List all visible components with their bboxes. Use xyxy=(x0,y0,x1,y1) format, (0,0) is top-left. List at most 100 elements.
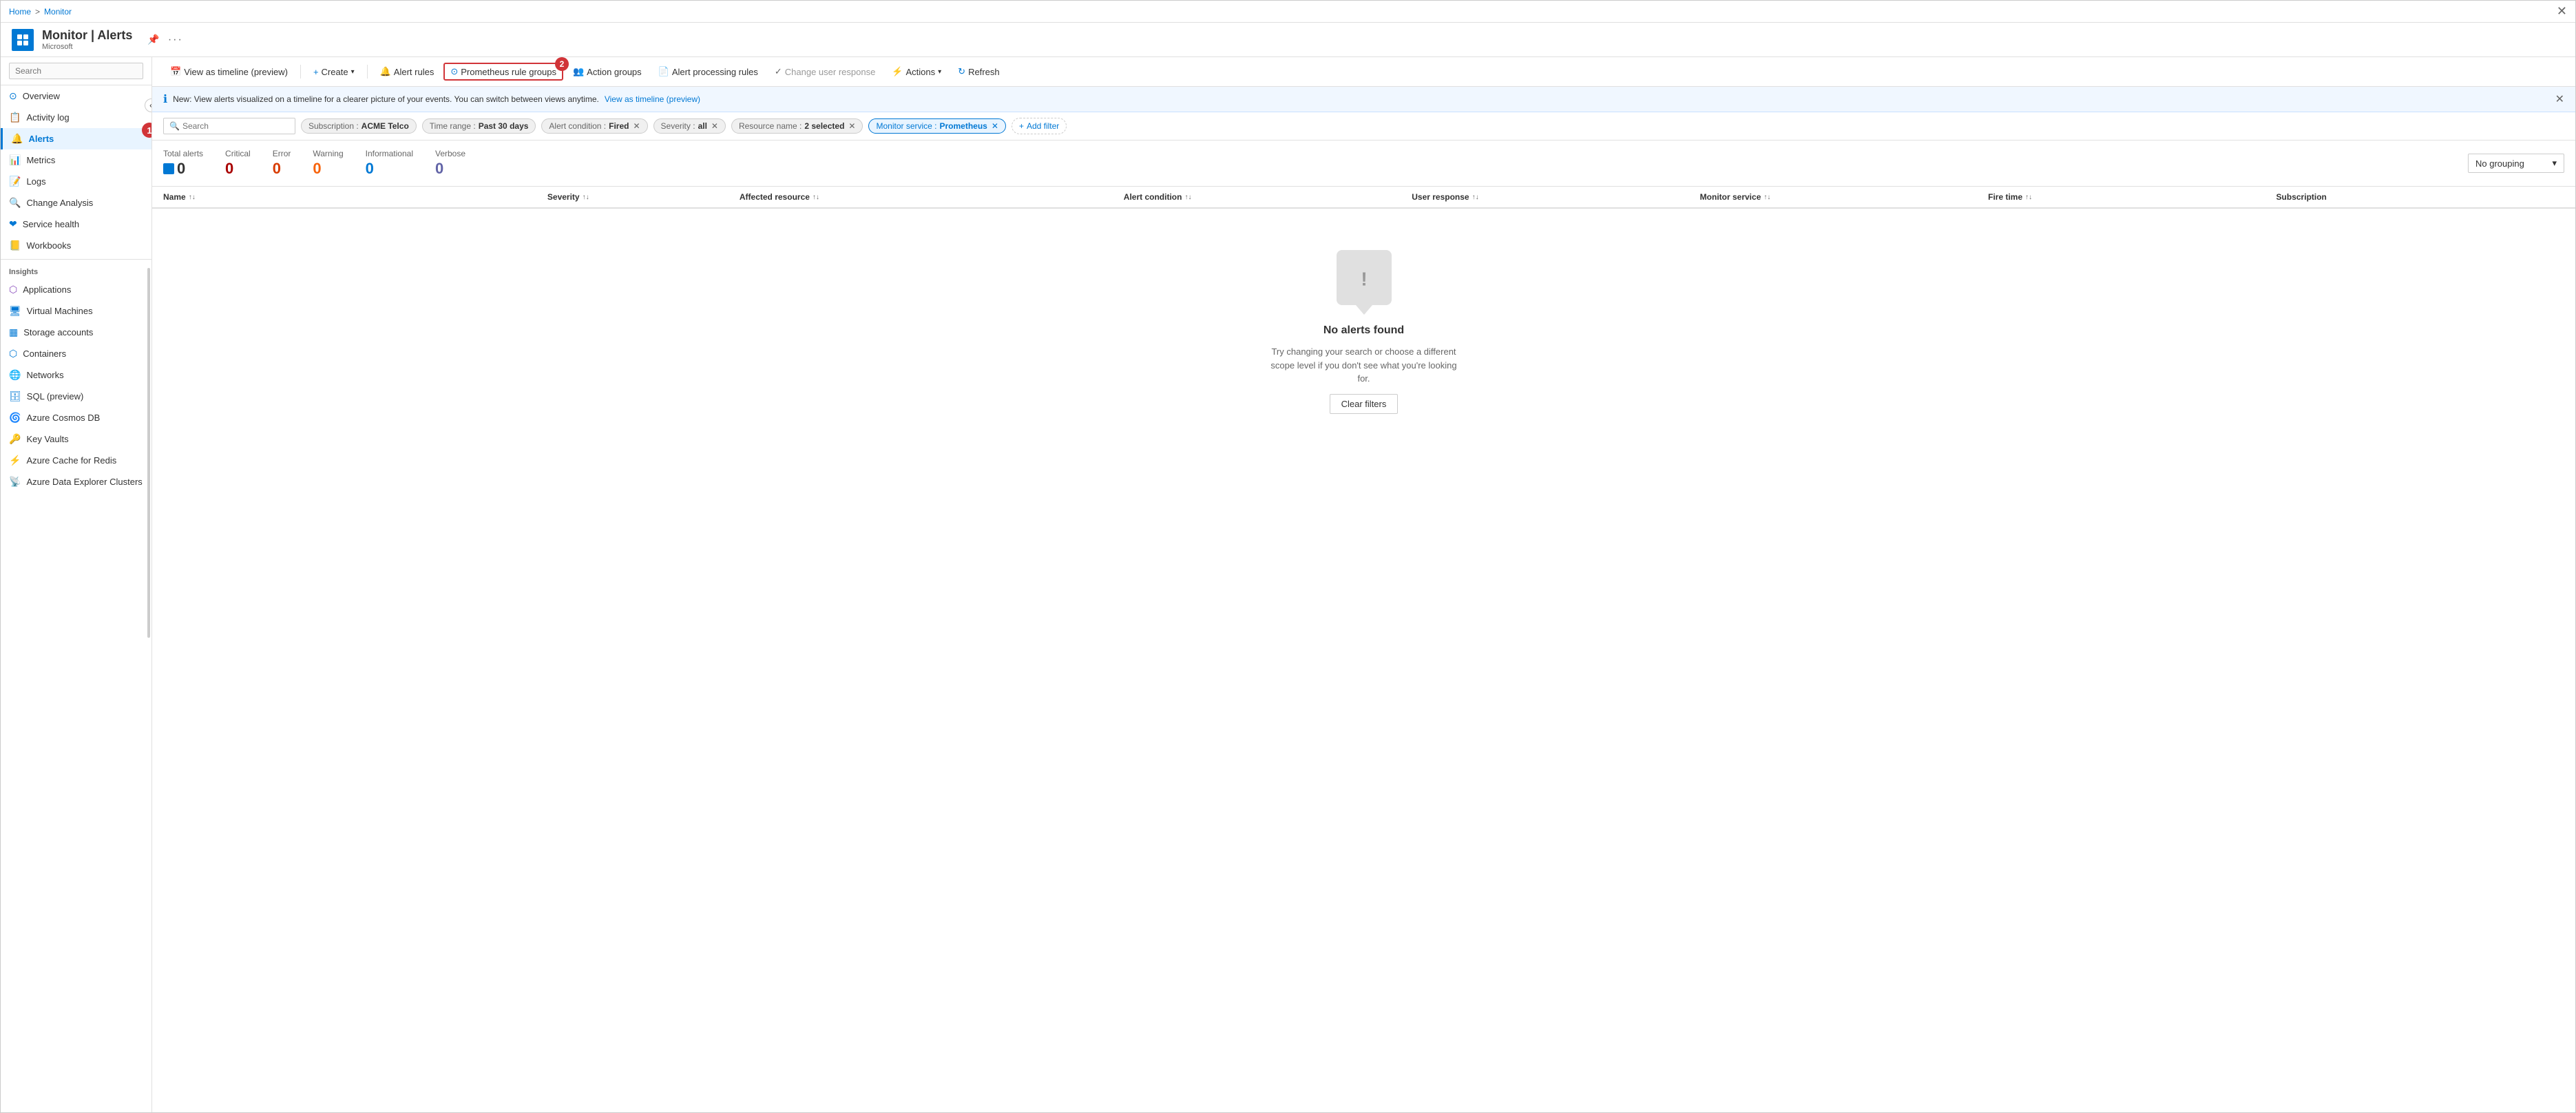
create-button[interactable]: + Create ▾ xyxy=(306,63,362,81)
filter-search-input[interactable] xyxy=(182,121,289,131)
sidebar-item-logs[interactable]: 📝 Logs xyxy=(1,171,151,192)
table-col-affected-resource[interactable]: Affected resource ↑↓ xyxy=(740,192,1124,202)
total-alerts-label: Total alerts xyxy=(163,149,203,158)
table-col-user-response[interactable]: User response ↑↓ xyxy=(1412,192,1699,202)
alert-condition-filter-tag[interactable]: Alert condition : Fired ✕ xyxy=(541,118,647,134)
breadcrumb-current[interactable]: Monitor xyxy=(44,7,72,17)
notification-bar: ℹ New: View alerts visualized on a timel… xyxy=(152,87,2575,112)
actions-button[interactable]: ⚡ Actions ▾ xyxy=(885,63,948,81)
table-header: Name ↑↓ Severity ↑↓ Affected resource ↑↓… xyxy=(152,187,2575,209)
sidebar-label: Logs xyxy=(26,176,45,187)
sidebar-item-service-health[interactable]: ❤ Service health xyxy=(1,214,151,235)
refresh-button[interactable]: ↻ Refresh xyxy=(951,63,1006,81)
name-col-label: Name xyxy=(163,192,186,202)
sidebar-item-cosmos-db[interactable]: 🌀 Azure Cosmos DB xyxy=(1,407,151,428)
subscription-col-label: Subscription xyxy=(2276,192,2327,202)
sidebar-label: Networks xyxy=(26,370,63,380)
sidebar-item-containers[interactable]: ⬡ Containers xyxy=(1,343,151,364)
table-col-monitor-service[interactable]: Monitor service ↑↓ xyxy=(1700,192,1988,202)
resource-name-filter-tag[interactable]: Resource name : 2 selected ✕ xyxy=(731,118,863,134)
page-title: Monitor | Alerts xyxy=(42,28,132,43)
informational-value: 0 xyxy=(366,160,413,178)
change-user-response-button[interactable]: ✓ Change user response xyxy=(768,63,882,81)
sidebar-item-metrics[interactable]: 📊 Metrics xyxy=(1,149,151,171)
sidebar-item-workbooks[interactable]: 📒 Workbooks xyxy=(1,235,151,256)
monitor-service-close-button[interactable]: ✕ xyxy=(992,121,998,131)
alert-processing-rules-button[interactable]: 📄 Alert processing rules xyxy=(651,63,765,81)
warning-label: Warning xyxy=(313,149,343,158)
alert-rules-button[interactable]: 🔔 Alert rules xyxy=(373,63,441,81)
sidebar-search-input[interactable] xyxy=(9,63,143,79)
pin-button[interactable]: 📌 xyxy=(146,32,160,48)
prometheus-rule-groups-button[interactable]: ⊙ Prometheus rule groups 2 xyxy=(443,63,563,81)
grouping-dropdown[interactable]: No grouping ▾ xyxy=(2468,154,2564,173)
sidebar-item-alerts[interactable]: 🔔 Alerts 1 xyxy=(1,128,151,149)
sidebar-label: Alerts xyxy=(28,134,54,144)
alert-condition-tag-label: Alert condition : xyxy=(549,121,606,131)
verbose-value: 0 xyxy=(435,160,465,178)
cosmos-icon: 🌀 xyxy=(9,412,21,424)
alert-condition-close-button[interactable]: ✕ xyxy=(633,121,640,131)
subscription-filter-tag[interactable]: Subscription : ACME Telco xyxy=(301,118,417,134)
table-col-name[interactable]: Name ↑↓ xyxy=(163,192,547,202)
sidebar-item-sql[interactable]: 🗄 SQL (preview) xyxy=(1,386,151,407)
sidebar-item-azure-cache[interactable]: ⚡ Azure Cache for Redis xyxy=(1,450,151,471)
action-groups-label: Action groups xyxy=(587,67,642,77)
informational-label: Informational xyxy=(366,149,413,158)
critical-label: Critical xyxy=(225,149,251,158)
window-close-button[interactable]: ✕ xyxy=(2557,4,2567,19)
action-groups-button[interactable]: 👥 Action groups xyxy=(566,63,649,81)
breadcrumb-home[interactable]: Home xyxy=(9,7,31,17)
stats-bar: Total alerts 0 Critical 0 Error 0 Warnin… xyxy=(152,141,2575,187)
severity-filter-tag[interactable]: Severity : all ✕ xyxy=(653,118,726,134)
sidebar-item-networks[interactable]: 🌐 Networks xyxy=(1,364,151,386)
sidebar-label: Applications xyxy=(23,284,71,295)
table-col-alert-condition[interactable]: Alert condition ↑↓ xyxy=(1124,192,1412,202)
user-response-col-label: User response xyxy=(1412,192,1469,202)
sidebar-item-storage-accounts[interactable]: ▦ Storage accounts xyxy=(1,322,151,343)
sidebar-item-change-analysis[interactable]: 🔍 Change Analysis xyxy=(1,192,151,214)
page-header: Monitor | Alerts Microsoft 📌 ··· xyxy=(1,23,2575,57)
sidebar-item-virtual-machines[interactable]: 🖥 Virtual Machines xyxy=(1,300,151,322)
warning-value: 0 xyxy=(313,160,343,178)
time-range-filter-tag[interactable]: Time range : Past 30 days xyxy=(422,118,536,134)
notification-link[interactable]: View as timeline (preview) xyxy=(605,94,700,104)
clear-filters-button[interactable]: Clear filters xyxy=(1330,394,1399,414)
sidebar-item-data-explorer[interactable]: 📡 Azure Data Explorer Clusters xyxy=(1,471,151,492)
notification-close-button[interactable]: ✕ xyxy=(2555,92,2564,106)
severity-tag-value: all xyxy=(698,121,707,131)
sidebar-item-applications[interactable]: ⬡ Applications xyxy=(1,279,151,300)
total-alerts-stat: Total alerts 0 xyxy=(163,149,203,178)
table-col-fire-time[interactable]: Fire time ↑↓ xyxy=(1988,192,2276,202)
monitor-icon xyxy=(12,29,34,51)
alert-rules-icon: 🔔 xyxy=(380,66,391,77)
insights-section-label: Insights xyxy=(1,262,151,279)
sidebar-item-overview[interactable]: ⊙ Overview xyxy=(1,85,151,107)
empty-state: ! No alerts found Try changing your sear… xyxy=(152,209,2575,455)
sidebar-label: Metrics xyxy=(26,155,55,165)
prometheus-label: Prometheus rule groups xyxy=(461,67,556,77)
total-alerts-icon xyxy=(163,163,174,174)
toolbar-separator-2 xyxy=(367,65,368,79)
info-icon: ℹ xyxy=(163,92,167,106)
sidebar-item-activity-log[interactable]: 📋 Activity log xyxy=(1,107,151,128)
more-button[interactable]: ··· xyxy=(167,32,185,48)
create-label: Create xyxy=(322,67,348,77)
view-timeline-button[interactable]: 📅 View as timeline (preview) xyxy=(163,63,295,81)
error-stat: Error 0 xyxy=(273,149,291,178)
severity-close-button[interactable]: ✕ xyxy=(711,121,718,131)
sidebar-item-key-vaults[interactable]: 🔑 Key Vaults xyxy=(1,428,151,450)
add-filter-button[interactable]: + Add filter xyxy=(1012,118,1067,134)
annotation-badge-1: 1 xyxy=(142,123,152,138)
severity-sort-icon: ↑↓ xyxy=(583,194,589,201)
svg-text:!: ! xyxy=(1361,268,1367,289)
sidebar-divider xyxy=(1,259,151,260)
header-actions: 📌 ··· xyxy=(146,32,184,48)
sidebar-label: Key Vaults xyxy=(26,434,68,444)
change-analysis-icon: 🔍 xyxy=(9,197,21,209)
monitor-service-filter-tag[interactable]: Monitor service : Prometheus ✕ xyxy=(868,118,1005,134)
breadcrumb-sep: > xyxy=(35,7,40,17)
warning-stat: Warning 0 xyxy=(313,149,343,178)
resource-name-close-button[interactable]: ✕ xyxy=(848,121,855,131)
table-col-severity[interactable]: Severity ↑↓ xyxy=(547,192,740,202)
